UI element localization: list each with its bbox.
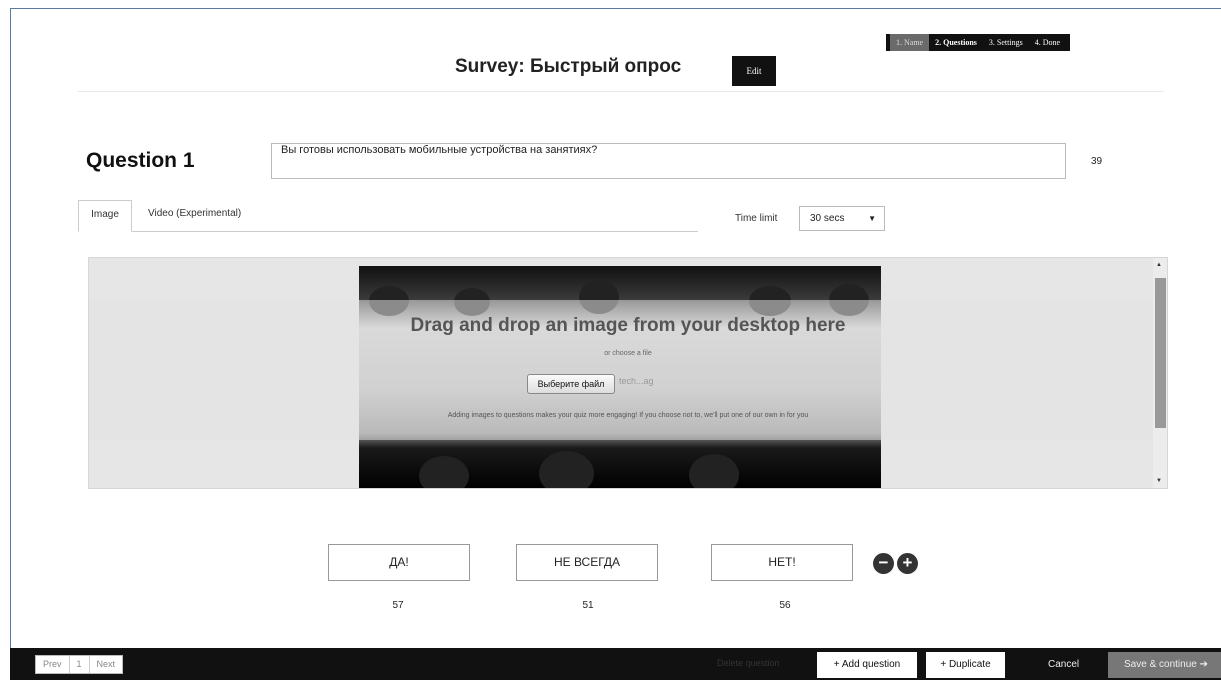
time-limit-value: 30 secs (810, 213, 845, 224)
step-settings[interactable]: 3. Settings (983, 38, 1029, 47)
add-answer-icon[interactable]: + (897, 553, 918, 574)
action-bar: Prev 1 Next Delete question + Add questi… (10, 648, 1221, 680)
step-questions[interactable]: 2. Questions (929, 38, 983, 47)
question-text-input[interactable]: Вы готовы использовать мобильные устройс… (271, 143, 1066, 179)
question-text: Вы готовы использовать мобильные устройс… (281, 144, 598, 156)
char-counter: 39 (1091, 156, 1103, 167)
remove-answer-icon[interactable]: − (873, 553, 894, 574)
survey-title: Survey: Быстрый опрос (455, 56, 682, 77)
next-button[interactable]: Next (90, 656, 123, 673)
crowd-head-icon (689, 454, 739, 488)
question-pager: Prev 1 Next (35, 655, 124, 674)
time-limit-label: Time limit (735, 213, 778, 224)
dropzone-hint: Adding images to questions makes your qu… (447, 412, 809, 419)
media-tabs: Image Video (Experimental) (78, 200, 698, 232)
dropzone-scrollbar[interactable]: ▲ ▼ (1153, 258, 1167, 488)
scroll-up-icon[interactable]: ▲ (1156, 262, 1162, 268)
time-limit-select[interactable]: 30 secs ▼ (799, 206, 885, 231)
image-dropzone[interactable]: Drag and drop an image from your desktop… (88, 257, 1168, 489)
tab-image[interactable]: Image (78, 200, 132, 232)
crowd-head-icon (539, 451, 594, 488)
crowd-head-icon (419, 456, 469, 488)
dropzone-heading: Drag and drop an image from your desktop… (410, 315, 846, 336)
step-name[interactable]: 1. Name (890, 34, 930, 51)
dropdown-arrow-icon: ▼ (868, 214, 876, 223)
edit-title-button[interactable]: Edit (732, 56, 776, 86)
answer-char-count-2: 51 (582, 600, 594, 611)
scrollbar-thumb[interactable] (1155, 278, 1166, 428)
answer-char-count-1: 57 (392, 600, 404, 611)
add-question-button[interactable]: + Add question (817, 652, 917, 678)
answer-char-count-3: 56 (779, 600, 791, 611)
duplicate-button[interactable]: + Duplicate (926, 652, 1005, 678)
cancel-button[interactable]: Cancel (1048, 659, 1079, 670)
question-label: Question 1 (86, 149, 195, 172)
chosen-file-name: tech...ag (619, 376, 654, 386)
tab-video[interactable]: Video (Experimental) (148, 200, 241, 232)
choose-file-button[interactable]: Выберите файл (527, 374, 615, 394)
save-continue-button[interactable]: Save & continue ➔ (1108, 652, 1221, 678)
step-progress: 1. Name 2. Questions 3. Settings 4. Done (886, 34, 1071, 51)
answer-input-1[interactable]: ДА! (328, 544, 470, 581)
page-number[interactable]: 1 (70, 656, 90, 673)
answer-input-3[interactable]: НЕТ! (711, 544, 853, 581)
dropzone-or-text: or choose a file (604, 350, 652, 357)
answer-input-2[interactable]: НЕ ВСЕГДА (516, 544, 658, 581)
prev-button[interactable]: Prev (36, 656, 70, 673)
divider (78, 91, 1164, 92)
step-done[interactable]: 4. Done (1029, 38, 1066, 47)
scroll-down-icon[interactable]: ▼ (1156, 478, 1162, 484)
delete-question-button[interactable]: Delete question (717, 658, 780, 668)
